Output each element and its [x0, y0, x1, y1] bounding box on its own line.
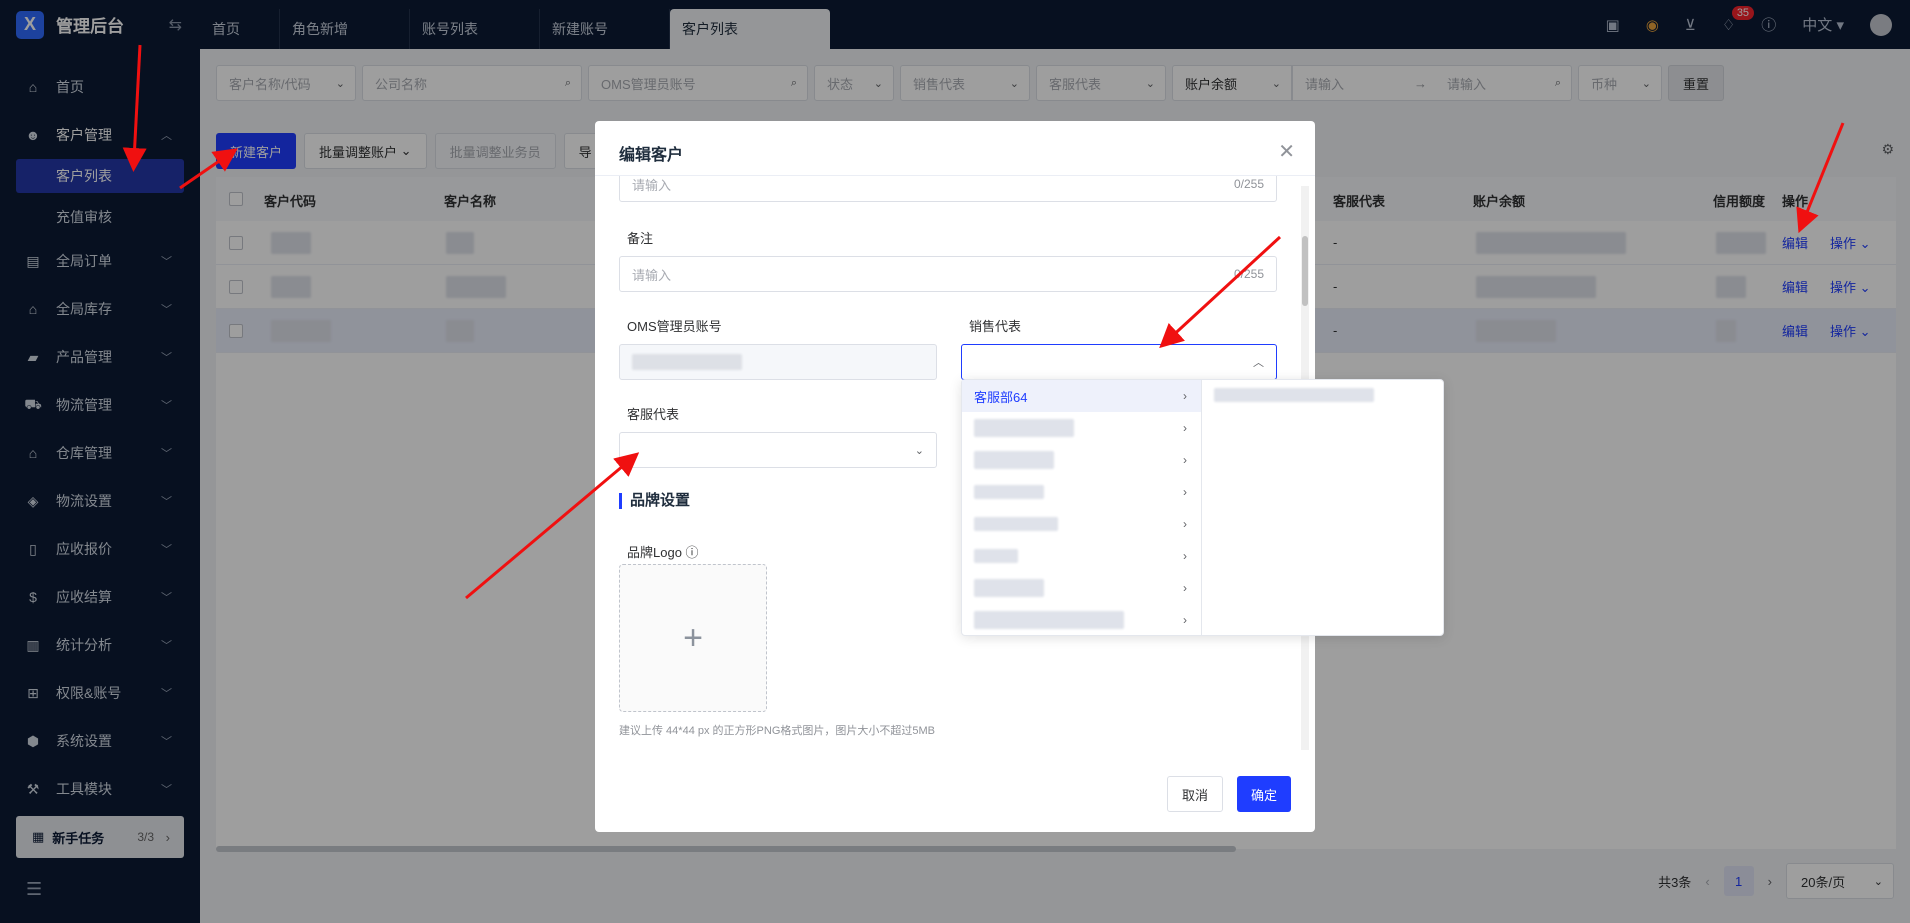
dialog-footer: 取消 确定 [1166, 776, 1291, 812]
cascader-option[interactable]: › [962, 540, 1201, 572]
confirm-button[interactable]: 确定 [1236, 776, 1291, 812]
remark-label: 备注 [627, 231, 654, 246]
cascader-option-service-dept[interactable]: 客服部64 › [962, 380, 1201, 412]
cascader-option[interactable]: › [962, 412, 1201, 444]
remark-input[interactable]: 请输入 0/255 [619, 256, 1277, 292]
redacted-option [974, 611, 1124, 629]
cascader-menu-level-1: 客服部64 › › › › › › › › [962, 380, 1202, 635]
redacted-option [974, 517, 1058, 531]
chevron-up-icon: ︿ [1253, 357, 1264, 369]
chevron-right-icon: › [1183, 581, 1187, 595]
oms-account-label: OMS管理员账号 [627, 319, 722, 334]
cascader-menu-level-2 [1202, 380, 1443, 635]
sales-rep-cascader[interactable]: ︿ [961, 344, 1277, 380]
chevron-right-icon: › [1183, 517, 1187, 531]
redacted-option [974, 451, 1054, 469]
chevron-right-icon: › [1183, 389, 1187, 403]
redacted-oms-account [632, 354, 742, 370]
scroll-thumb[interactable] [1302, 236, 1308, 306]
upload-hint: 建议上传 44*44 px 的正方形PNG格式图片，图片大小不超过5MB [619, 725, 935, 737]
service-rep-select[interactable]: ⌄ [619, 432, 937, 468]
redacted-option [974, 579, 1044, 597]
chevron-right-icon: › [1183, 421, 1187, 435]
chevron-right-icon: › [1183, 613, 1187, 627]
close-icon[interactable]: ✕ [1278, 139, 1295, 164]
brand-settings-section: 品牌设置 [619, 493, 690, 509]
chevron-down-icon: ⌄ [914, 444, 924, 457]
plus-icon: + [683, 618, 703, 657]
redacted-option [974, 549, 1018, 563]
service-rep-label: 客服代表 [627, 407, 680, 422]
chevron-right-icon: › [1183, 549, 1187, 563]
oms-account-input [619, 344, 937, 380]
cascader-option[interactable]: › [962, 508, 1201, 540]
chevron-right-icon: › [1183, 453, 1187, 467]
redacted-option [974, 419, 1074, 437]
sales-rep-label: 销售代表 [969, 319, 1022, 334]
sales-rep-dropdown: 客服部64 › › › › › › › › [961, 379, 1444, 636]
dialog-title: 编辑客户 [619, 147, 684, 164]
cascader-option[interactable]: › [962, 572, 1201, 604]
logo-upload[interactable]: + [619, 564, 767, 712]
cascader-option[interactable]: › [962, 476, 1201, 508]
redacted-option [974, 485, 1044, 499]
top-textarea[interactable]: 请输入 0/255 [619, 176, 1277, 202]
redacted-option[interactable] [1214, 388, 1374, 402]
question-icon: ⓘ [685, 545, 699, 560]
cascader-option[interactable]: › [962, 604, 1201, 636]
brand-logo-label: 品牌Logo ⓘ [627, 545, 699, 560]
cascader-option[interactable]: › [962, 444, 1201, 476]
cancel-button[interactable]: 取消 [1166, 776, 1223, 812]
chevron-right-icon: › [1183, 485, 1187, 499]
